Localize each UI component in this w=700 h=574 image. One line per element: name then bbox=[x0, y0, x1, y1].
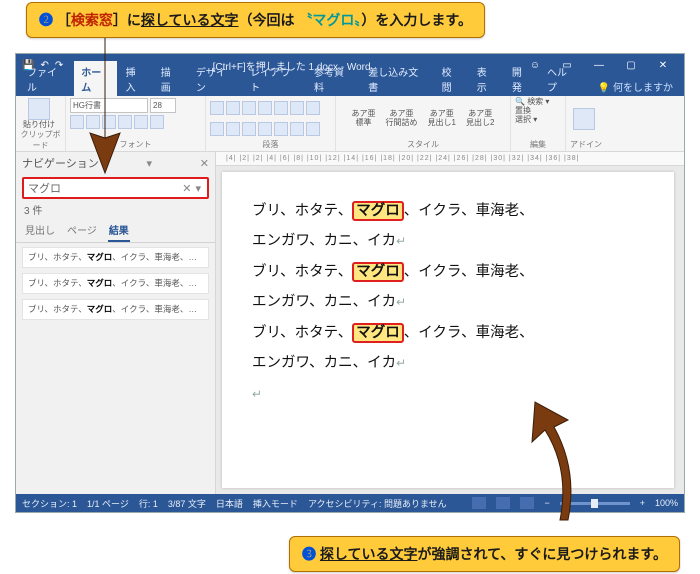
status-wordcount[interactable]: 3/87 文字 bbox=[168, 497, 206, 510]
minimize-button[interactable]: — bbox=[584, 57, 614, 73]
doc-line: エンガワ、カニ、イカ↵ bbox=[252, 287, 652, 317]
callout-step-2: ❷ ［検索窓］に探している文字（今回は 〝マグロ〟）を入力します。 bbox=[26, 2, 485, 38]
numbering-button[interactable] bbox=[226, 101, 240, 115]
multilevel-button[interactable] bbox=[242, 101, 256, 115]
bullets-button[interactable] bbox=[210, 101, 224, 115]
tab-review[interactable]: 校閲 bbox=[435, 61, 468, 96]
ruler[interactable]: |4| |2| |2| |4| |6| |8| |10| |12| |14| |… bbox=[216, 152, 684, 166]
style-nospace[interactable]: あア亜行間詰め bbox=[383, 110, 421, 127]
zoom-in-button[interactable]: + bbox=[640, 498, 645, 508]
search-highlight: マグロ bbox=[352, 262, 404, 282]
group-paragraph: 段落 bbox=[210, 139, 331, 151]
nav-results-list: ブリ、ホタテ、マグロ、イクラ、車海老、エンガワ、カニ、イカ ブリ、ホタテ、マグロ… bbox=[16, 243, 215, 494]
tab-design[interactable]: デザイン bbox=[189, 61, 241, 96]
nav-result-row[interactable]: ブリ、ホタテ、マグロ、イクラ、車海老、エンガワ、カニ、イカ bbox=[22, 273, 209, 294]
doc-line: エンガワ、カニ、イカ↵ bbox=[252, 348, 652, 378]
font-color-button[interactable] bbox=[134, 115, 148, 129]
close-button[interactable]: ✕ bbox=[648, 57, 678, 73]
callout-num: ❷ bbox=[39, 12, 53, 28]
arrow-to-highlight bbox=[520, 400, 580, 530]
nav-result-row[interactable]: ブリ、ホタテ、マグロ、イクラ、車海老、エンガワ、カニ、イカ bbox=[22, 299, 209, 320]
shading-button[interactable] bbox=[290, 122, 304, 136]
nav-tab-headings[interactable]: 見出し bbox=[24, 219, 56, 242]
align-center-button[interactable] bbox=[226, 122, 240, 136]
borders-button[interactable] bbox=[306, 122, 320, 136]
tab-help[interactable]: ヘルプ bbox=[540, 61, 583, 96]
tab-draw[interactable]: 描画 bbox=[154, 61, 187, 96]
status-page[interactable]: 1/1 ページ bbox=[87, 497, 129, 510]
select-button[interactable]: 選択 ▾ bbox=[515, 116, 537, 124]
chevron-down-icon[interactable]: ▾ bbox=[147, 157, 153, 170]
navigation-pane: ナビゲーション ▾ ✕ マグロ ✕ ▾ 3 件 見出し ページ 結果 ブリ、ホタ… bbox=[16, 152, 216, 494]
search-options-icon[interactable]: ▾ bbox=[193, 182, 203, 195]
justify-button[interactable] bbox=[258, 122, 272, 136]
status-bar: セクション: 1 1/1 ページ 行: 1 3/87 文字 日本語 挿入モード … bbox=[16, 494, 684, 512]
tab-references[interactable]: 参考資料 bbox=[307, 61, 359, 96]
page[interactable]: ブリ、ホタテ、マグロ、イクラ、車海老、 エンガワ、カニ、イカ↵ ブリ、ホタテ、マ… bbox=[222, 172, 674, 488]
search-result-count: 3 件 bbox=[16, 201, 215, 219]
line-spacing-button[interactable] bbox=[274, 122, 288, 136]
return-mark-icon: ↵ bbox=[396, 356, 406, 370]
doc-line: ブリ、ホタテ、マグロ、イクラ、車海老、 bbox=[252, 196, 652, 226]
view-print-button[interactable] bbox=[496, 497, 510, 509]
search-highlight: マグロ bbox=[352, 323, 404, 343]
nav-tabs: 見出し ページ 結果 bbox=[16, 219, 215, 243]
status-language[interactable]: 日本語 bbox=[216, 497, 243, 510]
view-read-button[interactable] bbox=[472, 497, 486, 509]
status-accessibility[interactable]: アクセシビリティ: 問題ありません bbox=[308, 497, 447, 510]
nav-tab-pages[interactable]: ページ bbox=[66, 219, 98, 242]
maximize-button[interactable]: ▢ bbox=[616, 57, 646, 73]
style-normal[interactable]: あア亜標準 bbox=[349, 110, 379, 127]
addin-button[interactable] bbox=[573, 108, 595, 130]
arrow-to-searchbox bbox=[80, 38, 130, 188]
doc-line: ブリ、ホタテ、マグロ、イクラ、車海老、 bbox=[252, 318, 652, 348]
group-clipboard: クリップボード bbox=[20, 129, 61, 152]
return-mark-icon: ↵ bbox=[252, 387, 262, 401]
tab-mailings[interactable]: 差し込み文書 bbox=[361, 61, 432, 96]
group-editing: 編集 bbox=[515, 139, 561, 151]
group-styles: スタイル bbox=[340, 139, 506, 151]
tab-layout[interactable]: レイアウト bbox=[243, 61, 305, 96]
style-h1[interactable]: あア亜見出し1 bbox=[425, 110, 459, 127]
align-left-button[interactable] bbox=[210, 122, 224, 136]
callout-step-3: ❸ 探している文字が強調されて、すぐに見つけられます。 bbox=[289, 536, 680, 572]
show-marks-button[interactable] bbox=[306, 101, 320, 115]
tell-me[interactable]: 💡 何をしますか bbox=[591, 76, 680, 96]
highlight-button[interactable] bbox=[150, 115, 164, 129]
font-size-box[interactable]: 28 bbox=[150, 98, 176, 113]
work-area: ナビゲーション ▾ ✕ マグロ ✕ ▾ 3 件 見出し ページ 結果 ブリ、ホタ… bbox=[16, 152, 684, 494]
zoom-level[interactable]: 100% bbox=[655, 498, 678, 508]
doc-line: ↵ bbox=[252, 379, 652, 409]
status-section[interactable]: セクション: 1 bbox=[22, 497, 77, 510]
tab-developer[interactable]: 開発 bbox=[505, 61, 538, 96]
group-addin: アドイン bbox=[570, 139, 602, 151]
nav-tab-results[interactable]: 結果 bbox=[108, 219, 130, 242]
sort-button[interactable] bbox=[290, 101, 304, 115]
document-area: |4| |2| |2| |4| |6| |8| |10| |12| |14| |… bbox=[216, 152, 684, 494]
doc-line: エンガワ、カニ、イカ↵ bbox=[252, 226, 652, 256]
replace-button[interactable]: 置換 bbox=[515, 107, 531, 115]
style-h2[interactable]: あア亜見出し2 bbox=[463, 110, 497, 127]
find-button[interactable]: 🔍 検索 ▾ bbox=[515, 98, 549, 106]
nav-close-icon[interactable]: ✕ bbox=[200, 157, 209, 170]
paste-button[interactable] bbox=[28, 98, 50, 120]
tab-file[interactable]: ファイル bbox=[20, 61, 72, 96]
tab-view[interactable]: 表示 bbox=[470, 61, 503, 96]
nav-result-row[interactable]: ブリ、ホタテ、マグロ、イクラ、車海老、エンガワ、カニ、イカ bbox=[22, 247, 209, 268]
return-mark-icon: ↵ bbox=[396, 295, 406, 309]
status-insert-mode[interactable]: 挿入モード bbox=[253, 497, 298, 510]
callout-num: ❸ bbox=[302, 546, 316, 562]
indent-dec-button[interactable] bbox=[258, 101, 272, 115]
search-clear-icon[interactable]: ✕ bbox=[180, 182, 193, 195]
align-right-button[interactable] bbox=[242, 122, 256, 136]
search-highlight: マグロ bbox=[352, 201, 404, 221]
status-line[interactable]: 行: 1 bbox=[139, 497, 158, 510]
doc-line: ブリ、ホタテ、マグロ、イクラ、車海老、 bbox=[252, 257, 652, 287]
indent-inc-button[interactable] bbox=[274, 101, 288, 115]
return-mark-icon: ↵ bbox=[396, 234, 406, 248]
